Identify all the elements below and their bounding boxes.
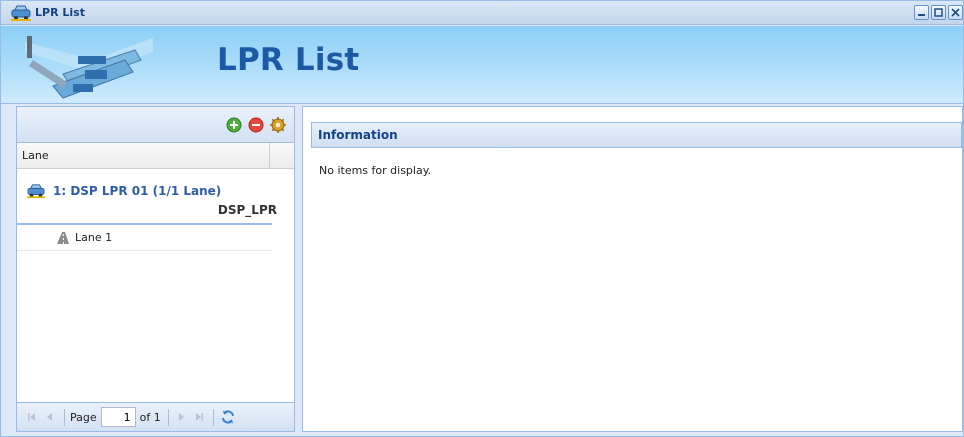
window-titlebar[interactable]: LPR List (1, 1, 963, 25)
empty-message: No items for display. (319, 164, 432, 177)
close-icon (951, 8, 960, 17)
lane-list-panel: Lane 1: DSP LPR 01 (1/1 Lane) DSP_LPR La… (16, 106, 295, 432)
pager-separator (167, 408, 169, 426)
lane-row[interactable]: Lane 1 (17, 223, 272, 251)
prev-page-icon (47, 413, 52, 421)
column-header-spacer (270, 143, 294, 168)
page-count-label: of 1 (139, 410, 161, 424)
pager-separator (212, 408, 214, 426)
maximize-icon (934, 8, 943, 17)
information-title: Information (318, 128, 398, 142)
page-label: Page (70, 410, 97, 424)
lane-label: Lane 1 (75, 231, 113, 244)
refresh-icon (221, 410, 234, 424)
maximize-button[interactable] (931, 5, 946, 20)
gear-icon[interactable] (270, 116, 286, 133)
road-icon (57, 231, 69, 244)
banner-title: LPR List (217, 42, 360, 78)
minimize-icon (918, 14, 925, 16)
window-title: LPR List (35, 6, 85, 19)
next-page-icon (178, 413, 184, 421)
refresh-button[interactable] (219, 408, 237, 426)
header-banner: LPR List (1, 26, 963, 104)
first-page-button[interactable] (25, 410, 39, 424)
last-page-icon (195, 413, 203, 421)
car-icon (11, 5, 31, 21)
pagination-toolbar: Page of 1 (17, 402, 294, 431)
next-page-button[interactable] (174, 410, 188, 424)
information-panel: Information No items for display. (302, 106, 963, 432)
prev-page-button[interactable] (43, 410, 57, 424)
pager-separator (64, 408, 65, 426)
column-header-lane[interactable]: Lane (17, 143, 270, 168)
remove-icon[interactable] (248, 117, 264, 133)
close-button[interactable] (948, 5, 963, 20)
grid-header: Lane (17, 143, 294, 169)
minimize-button[interactable] (914, 5, 929, 20)
add-icon[interactable] (226, 117, 242, 133)
lpr-group-row[interactable]: 1: DSP LPR 01 (1/1 Lane) DSP_LPR (17, 169, 294, 223)
window-controls (914, 5, 963, 20)
lpr-group-subtitle: DSP_LPR (217, 203, 277, 217)
lpr-list-window: LPR List LPR List Lane 1: DSP LPR 01 (1/… (0, 0, 964, 437)
information-header: Information (311, 122, 962, 148)
page-number-input[interactable] (100, 407, 136, 427)
car-icon (27, 184, 45, 199)
lpr-group-title: 1: DSP LPR 01 (1/1 Lane) (53, 184, 222, 198)
lanes-logo (25, 36, 153, 99)
last-page-button[interactable] (192, 410, 206, 424)
lane-toolbar (17, 107, 294, 143)
first-page-icon (28, 413, 35, 421)
